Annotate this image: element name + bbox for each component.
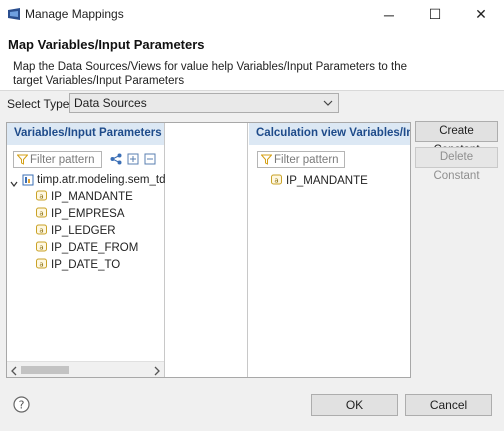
scroll-left-icon[interactable] (10, 365, 18, 376)
parameter-icon: a (271, 174, 282, 185)
link-icon[interactable] (110, 153, 122, 165)
svg-text:?: ? (19, 399, 25, 412)
source-filter-placeholder: Filter pattern (30, 154, 95, 166)
maximize-button[interactable]: ☐ (412, 0, 458, 29)
svg-text:a: a (39, 193, 43, 201)
svg-text:a: a (39, 261, 43, 269)
mapping-canvas[interactable] (165, 123, 248, 377)
parameter-icon: a (36, 224, 47, 235)
tree-item[interactable]: IP_DATE_TO (51, 259, 120, 271)
target-parameters-panel: Calculation view Variables/In Filter pat… (249, 123, 410, 377)
parameter-icon: a (36, 258, 47, 269)
tree-item[interactable]: IP_EMPRESA (51, 208, 125, 220)
collapse-all-icon[interactable] (144, 153, 156, 165)
target-filter-input[interactable]: Filter pattern (257, 151, 345, 168)
expand-all-icon[interactable] (127, 153, 139, 165)
dialog-heading: Map Variables/Input Parameters (8, 37, 205, 52)
tree-item[interactable]: IP_MANDANTE (51, 191, 133, 203)
target-list-item[interactable]: IP_MANDANTE (286, 175, 368, 187)
scrollbar-thumb[interactable] (21, 366, 69, 374)
mapping-panels: Variables/Input Parameters Filter patter… (6, 122, 411, 378)
close-button[interactable]: ✕ (458, 0, 504, 29)
svg-text:a: a (39, 244, 43, 252)
filter-icon (260, 154, 273, 165)
dialog-description: Map the Data Sources/Views for value hel… (13, 61, 407, 87)
scroll-right-icon[interactable] (153, 365, 161, 376)
svg-text:a: a (39, 227, 43, 235)
source-panel-header: Variables/Input Parameters (7, 123, 164, 145)
parameter-icon: a (36, 207, 47, 218)
svg-text:a: a (39, 210, 43, 218)
create-constant-button[interactable]: Create Constant (415, 121, 498, 156)
select-type-value: Data Sources (74, 96, 147, 110)
delete-constant-button[interactable]: Delete Constant (415, 147, 498, 182)
target-panel-header: Calculation view Variables/In (249, 123, 410, 145)
parameter-icon: a (36, 241, 47, 252)
tree-expand-caret-icon[interactable] (10, 177, 18, 187)
tree-item[interactable]: IP_LEDGER (51, 225, 116, 237)
source-panel-title: Variables/Input Parameters (14, 127, 162, 139)
app-icon (8, 8, 20, 20)
ok-button[interactable]: OK (311, 394, 398, 416)
select-type-label: Select Type (7, 97, 70, 111)
select-type-dropdown[interactable]: Data Sources (69, 93, 339, 113)
calculation-view-icon (22, 174, 34, 186)
dialog-header: Map Variables/Input Parameters Map the D… (0, 29, 504, 91)
title-bar: Manage Mappings ─ ☐ ✕ (0, 0, 504, 29)
source-filter-input[interactable]: Filter pattern (13, 151, 102, 168)
target-panel-title: Calculation view Variables/In (256, 127, 410, 139)
filter-icon (16, 154, 29, 165)
tree-root-node[interactable]: timp.atr.modeling.sem_tdf (37, 174, 169, 186)
minimize-button[interactable]: ─ (366, 0, 412, 29)
tree-item[interactable]: IP_DATE_FROM (51, 242, 138, 254)
source-parameters-panel: Variables/Input Parameters Filter patter… (7, 123, 169, 377)
svg-text:a: a (274, 177, 278, 185)
dialog-content: Select Type Data Sources Variables/Input… (0, 91, 504, 431)
help-icon[interactable]: ? (13, 396, 30, 413)
cancel-button[interactable]: Cancel (405, 394, 492, 416)
horizontal-scrollbar[interactable] (7, 361, 164, 377)
parameter-icon: a (36, 190, 47, 201)
target-filter-placeholder: Filter pattern (274, 154, 339, 166)
chevron-down-icon (323, 96, 333, 110)
window-title: Manage Mappings (25, 7, 124, 21)
